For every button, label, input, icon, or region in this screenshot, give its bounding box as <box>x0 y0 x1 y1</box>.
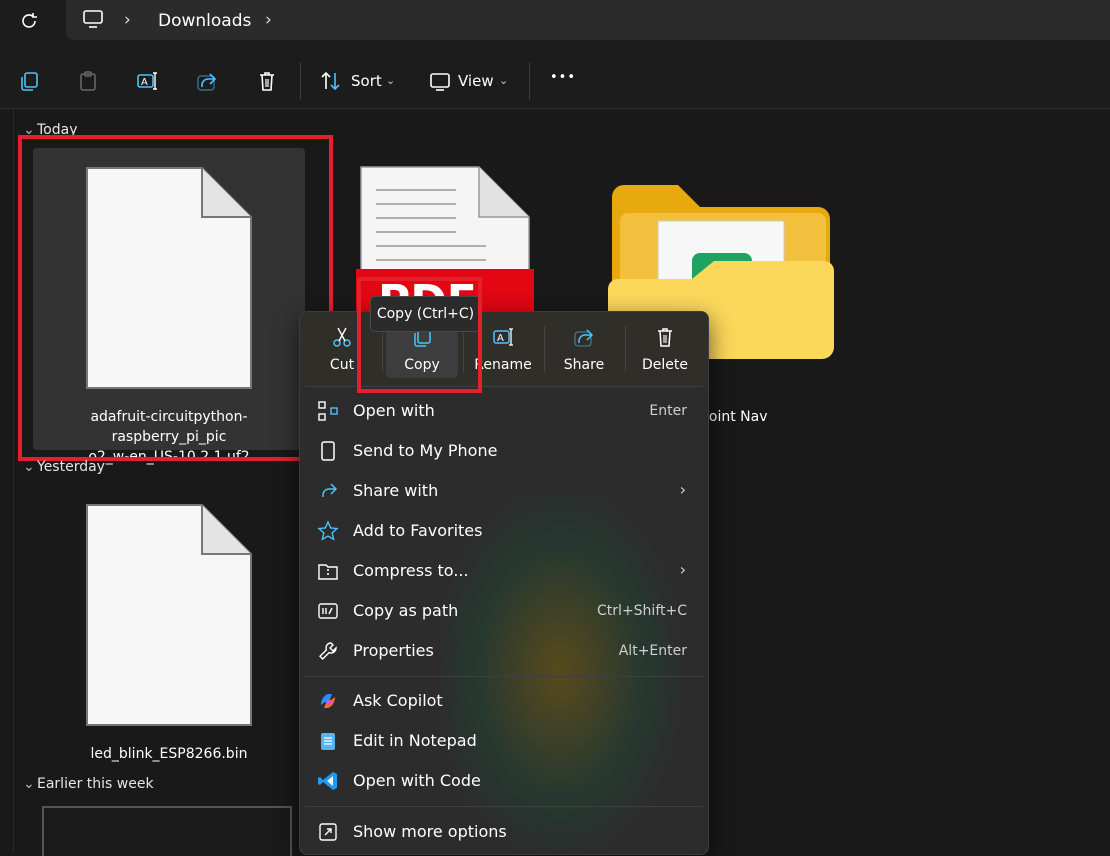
rename-icon[interactable]: A <box>136 70 158 92</box>
more-options-icon[interactable]: ••• <box>550 70 576 85</box>
share-icon <box>322 483 338 497</box>
menu-item-properties[interactable]: Properties Alt+Enter <box>300 631 708 671</box>
file-thumbnail[interactable] <box>42 806 292 856</box>
copy-path-icon <box>318 603 338 619</box>
chevron-down-icon[interactable]: ⌄ <box>499 74 508 87</box>
file-icon[interactable] <box>85 503 253 727</box>
menu-item-edit-in-notepad[interactable]: Edit in Notepad <box>300 721 708 761</box>
share-button[interactable]: Share <box>544 312 624 386</box>
tree-line <box>13 109 14 853</box>
menu-item-send-to-phone[interactable]: Send to My Phone <box>300 431 708 471</box>
sort-icon[interactable] <box>320 70 342 92</box>
copy-icon[interactable] <box>18 70 40 92</box>
chevron-down-icon[interactable]: ⌄ <box>23 459 37 475</box>
breadcrumb-downloads[interactable]: Downloads <box>158 11 251 31</box>
open-with-icon <box>318 401 338 421</box>
view-button[interactable]: View <box>458 72 494 90</box>
view-icon[interactable] <box>429 70 451 92</box>
star-icon <box>317 520 339 541</box>
rename-icon: A <box>493 328 513 346</box>
group-header-earlier[interactable]: ⌄ Earlier this week <box>23 776 154 792</box>
menu-item-ask-copilot[interactable]: Ask Copilot <box>300 681 708 721</box>
cut-icon <box>333 327 351 347</box>
menu-item-open-with[interactable]: Open with Enter <box>300 391 708 431</box>
chevron-down-icon[interactable]: ⌄ <box>386 74 395 87</box>
menu-separator <box>305 806 703 807</box>
notepad-icon <box>321 733 335 750</box>
copilot-icon <box>321 694 335 708</box>
menu-item-share-with[interactable]: Share with › <box>300 471 708 511</box>
menu-separator <box>305 676 703 677</box>
paste-icon[interactable] <box>77 70 99 92</box>
command-bar: A Sort ⌄ View ⌄ ••• <box>0 50 1110 109</box>
svg-text:A: A <box>497 333 504 344</box>
chevron-right-icon: › <box>679 480 686 499</box>
file-name[interactable]: led_blink_ESP8266.bin <box>36 744 302 764</box>
delete-icon <box>658 328 672 347</box>
toolbar-separator <box>300 62 301 100</box>
menu-item-copy-as-path[interactable]: Copy as path Ctrl+Shift+C <box>300 591 708 631</box>
share-icon[interactable] <box>196 70 218 92</box>
svg-text:A: A <box>141 77 148 88</box>
menu-item-open-with-code[interactable]: Open with Code <box>300 761 708 801</box>
toolbar-separator <box>529 62 530 100</box>
computer-icon[interactable] <box>82 9 104 29</box>
vscode-icon <box>318 772 337 790</box>
wrench-icon <box>319 642 337 660</box>
share-icon <box>574 329 594 347</box>
highlight-box <box>18 135 333 461</box>
chevron-right-icon[interactable]: › <box>124 10 131 30</box>
phone-icon <box>321 441 335 461</box>
zip-folder-icon <box>318 564 338 580</box>
delete-button[interactable]: Delete <box>625 312 705 386</box>
menu-item-add-to-favorites[interactable]: Add to Favorites <box>300 511 708 551</box>
delete-icon[interactable] <box>256 70 278 92</box>
menu-item-compress-to[interactable]: Compress to... › <box>300 551 708 591</box>
chevron-right-icon[interactable]: › <box>265 10 272 30</box>
menu-item-show-more-options[interactable]: Show more options <box>300 812 708 852</box>
folder-name[interactable]: point Nav <box>700 407 780 427</box>
highlight-box <box>357 277 482 393</box>
sort-button[interactable]: Sort <box>351 72 382 90</box>
more-options-icon <box>319 823 337 841</box>
refresh-icon[interactable] <box>18 10 40 32</box>
chevron-right-icon: › <box>679 560 686 579</box>
address-bar: › Downloads › <box>0 0 1110 50</box>
group-header-yesterday[interactable]: ⌄ Yesterday <box>23 459 105 475</box>
chevron-down-icon[interactable]: ⌄ <box>23 776 37 792</box>
